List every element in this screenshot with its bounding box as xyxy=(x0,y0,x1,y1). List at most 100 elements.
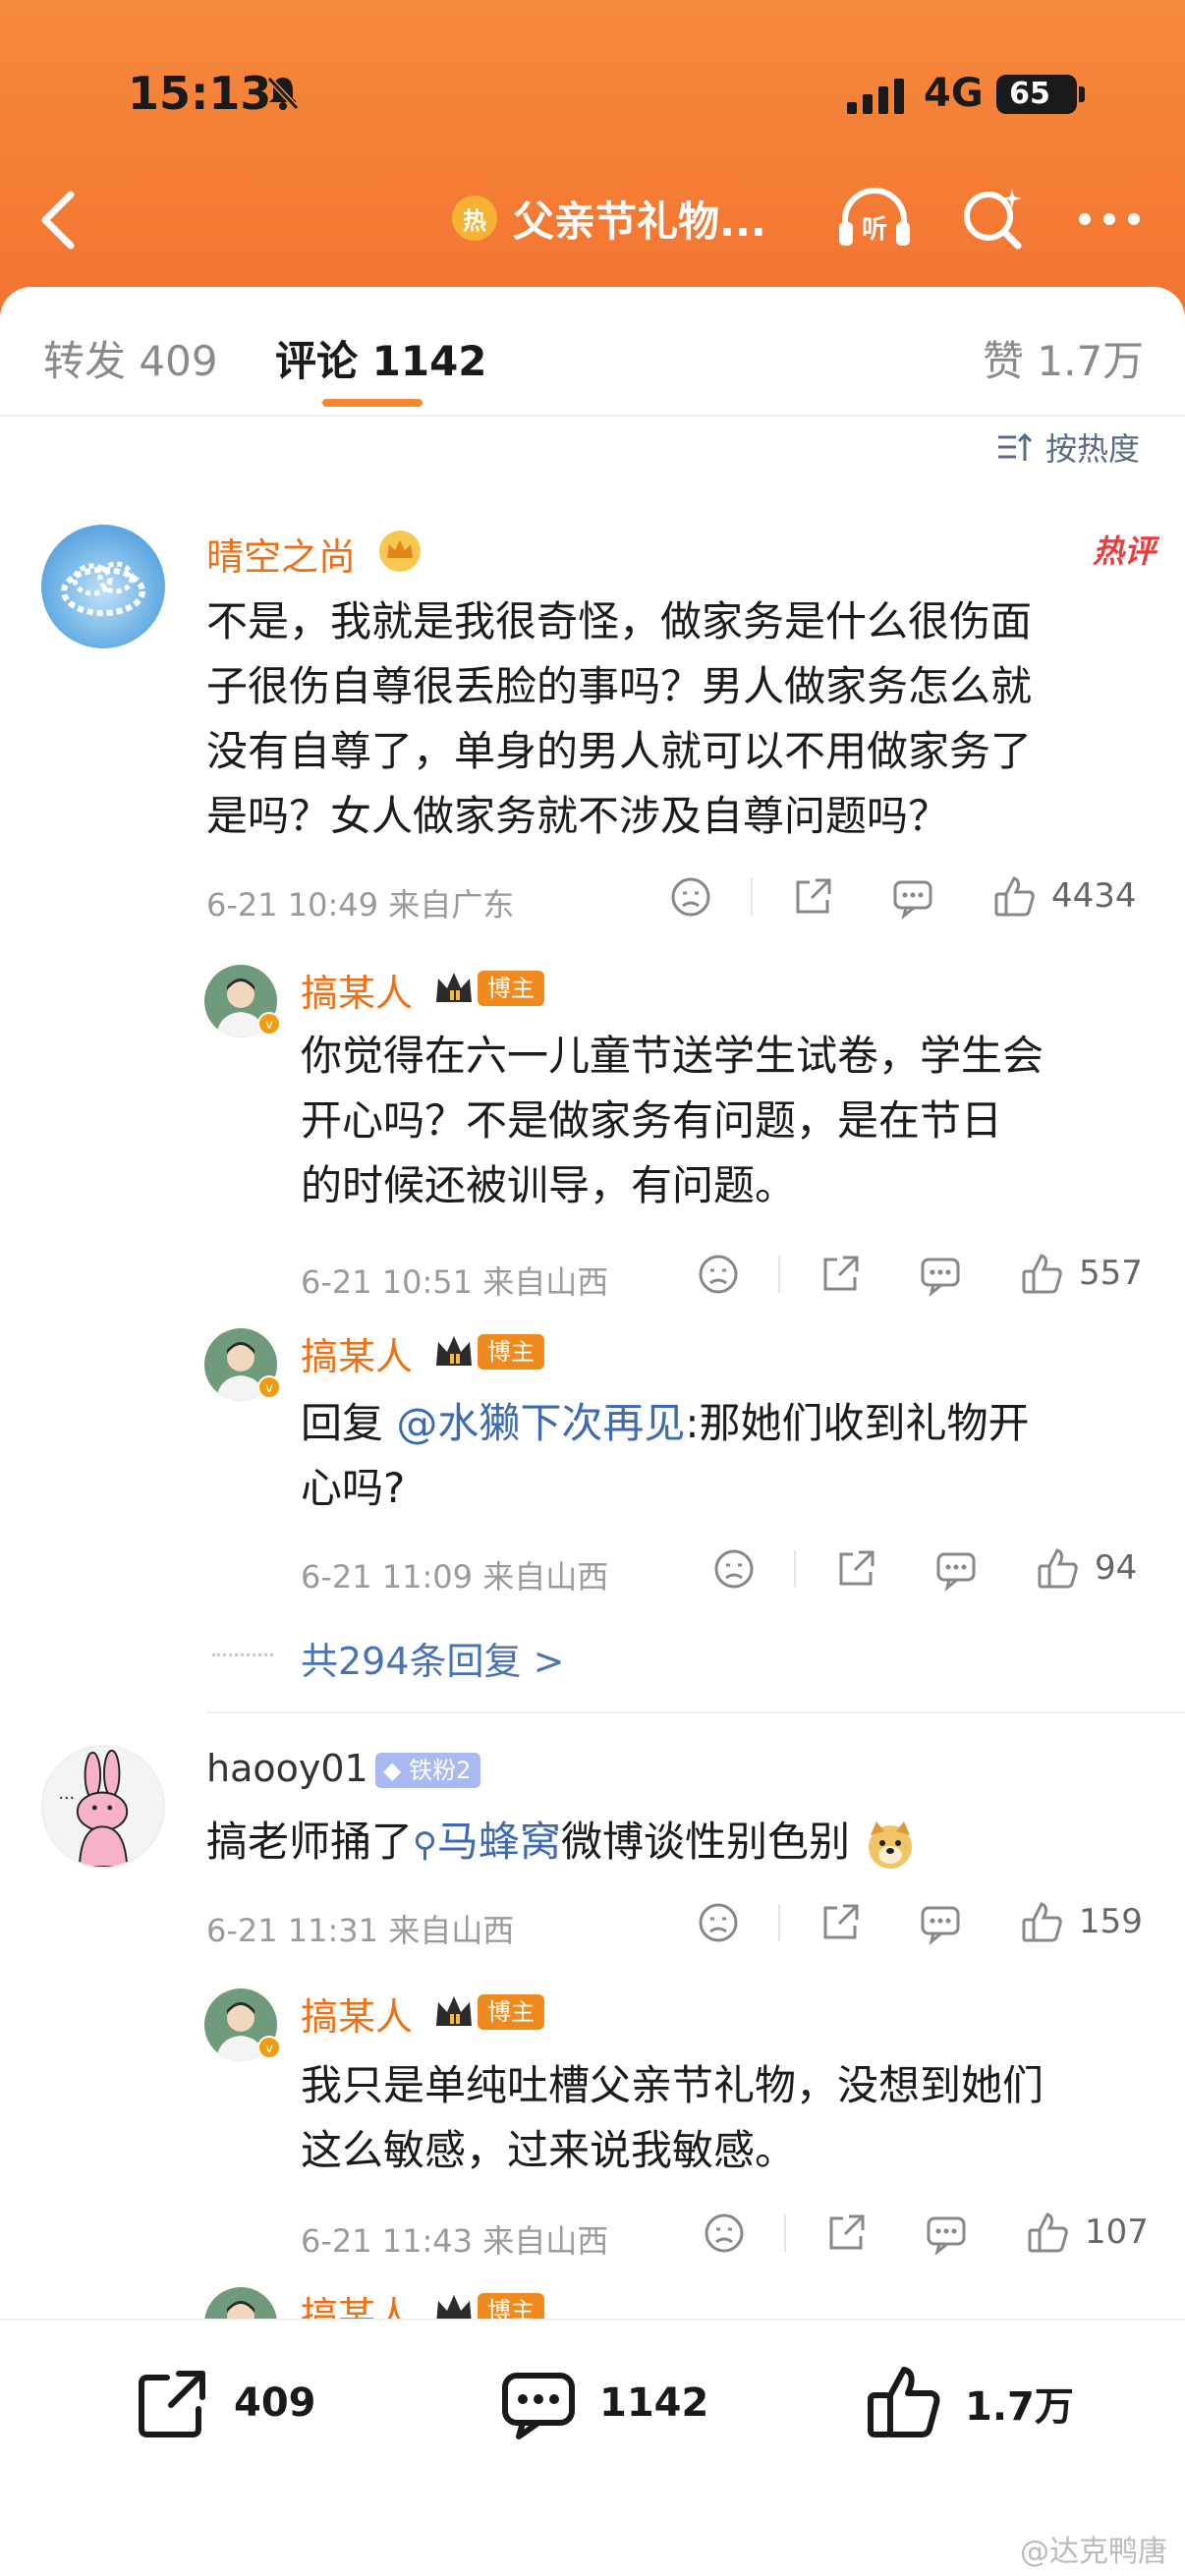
like-icon[interactable] xyxy=(992,874,1038,920)
tab-repost[interactable]: 转发 409 xyxy=(43,328,218,388)
battery-level: 65 xyxy=(1009,77,1050,111)
view-more-replies-link[interactable]: 共294条回复 > xyxy=(301,1631,564,1685)
blogger-crown-icon xyxy=(436,1336,472,1366)
share-icon[interactable] xyxy=(833,1546,878,1592)
sort-button[interactable]: 按热度 xyxy=(994,424,1140,470)
comment-text: 不是，我就是我很奇怪，做家务是什么很伤面 子很伤自尊很丢脸的事吗？男人做家务怎么… xyxy=(206,589,1159,849)
like-icon[interactable] xyxy=(1020,1252,1065,1297)
hot-topic-icon: 热 xyxy=(452,196,497,241)
like-count: 159 xyxy=(1079,1902,1143,1941)
comment-icon[interactable] xyxy=(924,2211,969,2256)
comment-text-line: 子很伤自尊很丢脸的事吗？男人做家务怎么就 xyxy=(206,662,1033,710)
comment-username[interactable]: 晴空之尚 xyxy=(206,527,356,581)
network-type: 4G xyxy=(924,71,984,116)
svg-text:v: v xyxy=(265,1381,273,1396)
svg-text:v: v xyxy=(265,1018,273,1033)
like-icon[interactable] xyxy=(1036,1546,1081,1592)
like-count: 4434 xyxy=(1051,876,1137,916)
like-count: 94 xyxy=(1095,1548,1138,1588)
svg-text:···: ··· xyxy=(58,1789,75,1809)
dislike-icon[interactable] xyxy=(696,1900,741,1945)
like-icon[interactable] xyxy=(1020,1900,1065,1945)
comment-text-before: 搞老师捅了 xyxy=(206,1818,414,1866)
header: 15:13 4G 65 热 父亲节礼物... 听 xyxy=(0,0,1185,324)
more-icon[interactable] xyxy=(1075,196,1144,242)
blogger-badge: 博主 xyxy=(432,1332,544,1372)
share-icon[interactable] xyxy=(823,2211,869,2256)
comment-text-line: 搞老师捅了⚲马蜂窝微博谈性别色别 xyxy=(206,1810,1159,1877)
tab-comment[interactable]: 评论 1142 xyxy=(275,328,487,388)
tab-likes-label: 赞 xyxy=(983,337,1025,385)
action-separator xyxy=(794,1550,796,1588)
doge-emoji-icon xyxy=(869,1820,913,1869)
blogger-badge: 博主 xyxy=(432,969,544,1008)
dislike-icon[interactable] xyxy=(702,2211,747,2256)
share-icon[interactable] xyxy=(818,1252,863,1297)
like-count: 1.7万 xyxy=(965,2384,1074,2430)
comment-icon[interactable] xyxy=(918,1252,963,1297)
verified-icon: v xyxy=(257,2036,281,2059)
action-separator xyxy=(778,1256,780,1293)
reply-username[interactable]: 搞某人 xyxy=(301,1326,413,1380)
action-separator xyxy=(784,2214,786,2252)
reply-text-line: 这么敏感，过来说我敏感。 xyxy=(301,2126,797,2174)
blogger-badge: 博主 xyxy=(432,1992,544,2032)
reply-actions: 557 xyxy=(696,1252,1159,1301)
dislike-icon[interactable] xyxy=(696,1252,741,1297)
fan-badge: ◆ 铁粉2 xyxy=(375,1753,481,1788)
like-icon[interactable] xyxy=(1026,2211,1071,2256)
tab-repost-label: 转发 xyxy=(43,337,127,385)
like-count: 107 xyxy=(1085,2212,1149,2252)
weibo-comments-screen: 15:13 4G 65 热 父亲节礼物... 听 转发 409 评论 1142 … xyxy=(0,0,1185,2576)
comment-username[interactable]: haooy01 xyxy=(206,1747,368,1790)
svg-text:听: 听 xyxy=(862,215,887,245)
comment-text-line: 没有自尊了，单身的男人就可以不用做家务了 xyxy=(206,727,1033,775)
active-tab-indicator xyxy=(322,399,423,407)
bell-off-icon xyxy=(266,76,300,111)
comment-text-line: 是吗？女人做家务就不涉及自尊问题吗？ xyxy=(206,792,950,840)
diamond-icon: ◆ xyxy=(383,1757,402,1784)
tab-likes[interactable]: 赞 1.7万 xyxy=(983,328,1144,388)
reply-text: 我只是单纯吐槽父亲节礼物，没想到她们 这么敏感，过来说我敏感。 xyxy=(301,2053,1165,2183)
back-button[interactable] xyxy=(29,181,88,259)
reply-text-line: 你觉得在六一儿童节送学生试卷，学生会 xyxy=(301,1032,1044,1080)
signal-icon xyxy=(847,79,904,114)
mention-link[interactable]: @水獭下次再见 xyxy=(396,1399,685,1447)
reply-text: 你觉得在六一儿童节送学生试卷，学生会 开心吗？不是做家务有问题，是在节日 的时候… xyxy=(301,1024,1165,1218)
share-icon[interactable] xyxy=(818,1900,863,1945)
comment-actions: 159 xyxy=(696,1900,1159,1949)
search-icon[interactable] xyxy=(959,185,1028,253)
svg-text:v: v xyxy=(265,2042,273,2056)
comment-text-after: 微博谈性别色别 xyxy=(560,1818,850,1866)
battery-icon: 65 xyxy=(996,75,1085,114)
action-separator xyxy=(751,878,753,916)
reply-username[interactable]: 搞某人 xyxy=(301,963,413,1017)
tab-repost-count: 409 xyxy=(139,337,218,385)
dislike-icon[interactable] xyxy=(668,874,713,920)
share-icon[interactable] xyxy=(790,874,835,920)
comment-icon[interactable] xyxy=(890,874,935,920)
comment-button[interactable]: 1142 xyxy=(499,2364,708,2442)
comment-icon[interactable] xyxy=(918,1900,963,1945)
avatar[interactable] xyxy=(41,525,165,648)
like-count: 557 xyxy=(1079,1254,1143,1293)
reply-prefix: 回复 xyxy=(301,1399,397,1447)
like-button[interactable]: 1.7万 xyxy=(865,2364,1074,2442)
comment-meta: 6-21 10:49 来自广东 xyxy=(206,886,515,924)
search-small-icon: ⚲ xyxy=(413,1825,437,1865)
avatar[interactable]: ··· xyxy=(41,1745,165,1869)
comment-icon[interactable] xyxy=(933,1546,979,1592)
sort-label: 按热度 xyxy=(1044,430,1140,468)
blogger-tag: 博主 xyxy=(478,1334,544,1370)
reply-actions: 107 xyxy=(702,2211,1159,2260)
comment-text: 搞老师捅了⚲马蜂窝微博谈性别色别 xyxy=(206,1810,1159,1877)
fan-badge-label: 铁粉2 xyxy=(409,1757,472,1784)
topic-title[interactable]: 热 父亲节礼物... xyxy=(452,189,766,248)
dislike-icon[interactable] xyxy=(711,1546,757,1592)
reply-username[interactable]: 搞某人 xyxy=(301,1987,413,2041)
search-topic-link[interactable]: ⚲马蜂窝 xyxy=(413,1818,561,1866)
page-title: 父亲节礼物... xyxy=(513,196,766,246)
repost-button[interactable]: 409 xyxy=(134,2364,316,2442)
listen-icon[interactable]: 听 xyxy=(835,183,914,253)
tabs-panel: 转发 409 评论 1142 赞 1.7万 xyxy=(0,287,1185,415)
